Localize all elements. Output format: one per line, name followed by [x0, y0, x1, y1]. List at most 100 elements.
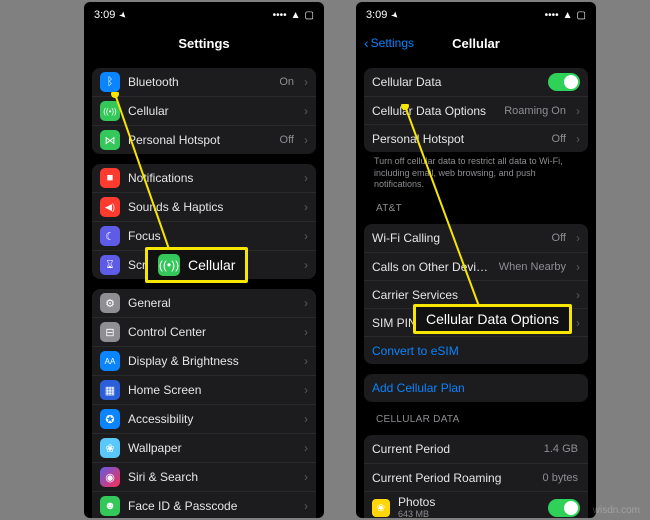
- status-time: 3:09: [366, 9, 387, 21]
- row-wifi-calling[interactable]: Wi-Fi Calling Off ›: [364, 224, 588, 252]
- group-cellular-main: Cellular Data Cellular Data Options Roam…: [364, 68, 588, 152]
- row-calls-other[interactable]: Calls on Other Devices When Nearby ›: [364, 252, 588, 280]
- settings-list[interactable]: ᛒ Bluetooth On › ((•)) Cellular › ⋈ Pers…: [84, 58, 324, 518]
- row-current-period[interactable]: Current Period 1.4 GB: [364, 435, 588, 463]
- chevron-right-icon: ›: [304, 383, 308, 397]
- cellular-data-toggle[interactable]: [548, 73, 580, 91]
- row-personal-hotspot[interactable]: Personal Hotspot Off ›: [364, 124, 588, 152]
- callout-cellular: ((•)) Cellular: [145, 247, 248, 283]
- sounds-icon: ◀︎): [100, 197, 120, 217]
- chevron-right-icon: ›: [304, 354, 308, 368]
- status-bar: 3:09 ➤ •••• ▲ ▢: [356, 2, 596, 28]
- location-icon: ➤: [117, 8, 130, 21]
- section-cellular-data: CELLULAR DATA: [376, 414, 584, 425]
- navbar: Settings: [84, 28, 324, 58]
- chevron-right-icon: ›: [576, 104, 580, 118]
- row-label: Bluetooth: [128, 75, 271, 89]
- group-att: Wi-Fi Calling Off › Calls on Other Devic…: [364, 224, 588, 364]
- chevron-right-icon: ›: [576, 288, 580, 302]
- row-current-roaming[interactable]: Current Period Roaming 0 bytes: [364, 463, 588, 491]
- battery-icon: ▢: [577, 10, 586, 21]
- hotspot-icon: ⋈: [100, 130, 120, 150]
- row-focus[interactable]: ☾ Focus ›: [92, 221, 316, 250]
- row-cellular-data[interactable]: Cellular Data: [364, 68, 588, 96]
- row-sounds[interactable]: ◀︎) Sounds & Haptics ›: [92, 192, 316, 221]
- signal-icon: ••••: [273, 10, 287, 21]
- phone-cellular: 3:09 ➤ •••• ▲ ▢ ‹ Settings Cellular Cell…: [356, 2, 596, 518]
- row-faceid[interactable]: ☻ Face ID & Passcode ›: [92, 491, 316, 518]
- chevron-right-icon: ›: [304, 470, 308, 484]
- status-time: 3:09: [94, 9, 115, 21]
- photos-app-icon: ❀: [372, 499, 390, 517]
- chevron-right-icon: ›: [304, 133, 308, 147]
- chevron-right-icon: ›: [304, 499, 308, 513]
- wifi-icon: ▲: [563, 10, 573, 21]
- watermark: wisdn.com: [593, 505, 640, 516]
- group-usage: Current Period 1.4 GB Current Period Roa…: [364, 435, 588, 518]
- chevron-right-icon: ›: [304, 412, 308, 426]
- row-accessibility[interactable]: ✪ Accessibility ›: [92, 404, 316, 433]
- cellular-icon: ((•)): [100, 101, 120, 121]
- row-siri[interactable]: ◉ Siri & Search ›: [92, 462, 316, 491]
- chevron-right-icon: ›: [304, 104, 308, 118]
- chevron-right-icon: ›: [304, 75, 308, 89]
- home-icon: ▦: [100, 380, 120, 400]
- row-add-plan[interactable]: Add Cellular Plan: [364, 374, 588, 402]
- accessibility-icon: ✪: [100, 409, 120, 429]
- chevron-right-icon: ›: [304, 200, 308, 214]
- signal-icon: ••••: [545, 10, 559, 21]
- page-title: Cellular: [452, 36, 500, 51]
- row-personal-hotspot[interactable]: ⋈ Personal Hotspot Off ›: [92, 125, 316, 154]
- page-title: Settings: [178, 36, 229, 51]
- chevron-right-icon: ›: [576, 260, 580, 274]
- callout-cellular-data-options: Cellular Data Options: [413, 304, 572, 334]
- bluetooth-icon: ᛒ: [100, 72, 120, 92]
- row-cellular-data-options[interactable]: Cellular Data Options Roaming On ›: [364, 96, 588, 124]
- status-bar: 3:09 ➤ •••• ▲ ▢: [84, 2, 324, 28]
- row-cellular[interactable]: ((•)) Cellular ›: [92, 96, 316, 125]
- notifications-icon: ■: [100, 168, 120, 188]
- focus-icon: ☾: [100, 226, 120, 246]
- wifi-icon: ▲: [291, 10, 301, 21]
- wallpaper-icon: ❀: [100, 438, 120, 458]
- chevron-right-icon: ›: [576, 231, 580, 245]
- navbar: ‹ Settings Cellular: [356, 28, 596, 58]
- row-convert-esim[interactable]: Convert to eSIM: [364, 336, 588, 364]
- chevron-right-icon: ›: [576, 316, 580, 330]
- row-control-center[interactable]: ⊟ Control Center ›: [92, 317, 316, 346]
- chevron-right-icon: ›: [304, 441, 308, 455]
- row-bluetooth[interactable]: ᛒ Bluetooth On ›: [92, 68, 316, 96]
- back-button[interactable]: ‹ Settings: [364, 36, 414, 50]
- siri-icon: ◉: [100, 467, 120, 487]
- row-home-screen[interactable]: ▦ Home Screen ›: [92, 375, 316, 404]
- cellular-note: Turn off cellular data to restrict all d…: [364, 152, 588, 191]
- row-notifications[interactable]: ■ Notifications ›: [92, 164, 316, 192]
- display-icon: AA: [100, 351, 120, 371]
- row-app-photos[interactable]: ❀ Photos 643 MB: [364, 491, 588, 518]
- group-add-plan: Add Cellular Plan: [364, 374, 588, 402]
- row-wallpaper[interactable]: ❀ Wallpaper ›: [92, 433, 316, 462]
- chevron-right-icon: ›: [576, 132, 580, 146]
- chevron-right-icon: ›: [304, 325, 308, 339]
- group-general: ⚙︎ General › ⊟ Control Center › AA Displ…: [92, 289, 316, 518]
- chevron-right-icon: ›: [304, 171, 308, 185]
- row-value: Off: [280, 134, 294, 146]
- cellular-icon: ((•)): [158, 254, 180, 276]
- row-general[interactable]: ⚙︎ General ›: [92, 289, 316, 317]
- row-label: Cellular: [128, 104, 296, 118]
- photos-toggle[interactable]: [548, 499, 580, 517]
- cellular-list[interactable]: Cellular Data Cellular Data Options Roam…: [356, 58, 596, 518]
- chevron-left-icon: ‹: [364, 36, 369, 50]
- chevron-right-icon: ›: [304, 229, 308, 243]
- group-connectivity: ᛒ Bluetooth On › ((•)) Cellular › ⋈ Pers…: [92, 68, 316, 154]
- chevron-right-icon: ›: [304, 296, 308, 310]
- row-value: On: [279, 76, 294, 88]
- gear-icon: ⚙︎: [100, 293, 120, 313]
- section-att: AT&T: [376, 203, 584, 214]
- screentime-icon: ⌛︎: [100, 255, 120, 275]
- control-center-icon: ⊟: [100, 322, 120, 342]
- row-display[interactable]: AA Display & Brightness ›: [92, 346, 316, 375]
- faceid-icon: ☻: [100, 496, 120, 516]
- row-label: Personal Hotspot: [128, 133, 272, 147]
- chevron-right-icon: ›: [304, 258, 308, 272]
